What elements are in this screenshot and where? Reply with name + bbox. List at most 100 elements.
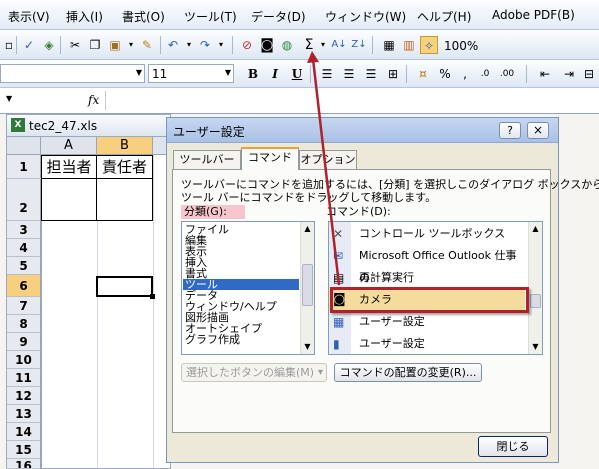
menu-data[interactable]: データ(D) [251, 8, 306, 25]
toolbar-separator [16, 36, 17, 54]
dialog-titlebar[interactable]: ユーザー設定 ? × [167, 118, 558, 143]
tab-options[interactable]: オプション [299, 150, 357, 170]
cut-icon[interactable]: ✂ [66, 36, 84, 54]
spellcheck-icon[interactable]: ✓ [20, 36, 38, 54]
tab-toolbars[interactable]: ツールバー [173, 150, 241, 170]
row-header[interactable]: 11 [7, 369, 41, 387]
menu-help[interactable]: ヘルプ(H) [417, 8, 471, 25]
toolbar-separator [526, 65, 527, 83]
comma-style-icon[interactable]: , [456, 65, 474, 83]
zoom-value[interactable]: 100% [444, 39, 478, 53]
command-item[interactable]: ✕ コントロール ツールボックス [329, 223, 525, 245]
increase-indent-icon[interactable]: ⇥ [560, 65, 578, 83]
borders-icon[interactable]: ⊟ [580, 65, 598, 83]
fill-handle[interactable] [150, 294, 155, 299]
select-all-corner[interactable] [7, 137, 41, 155]
menu-adobe-pdf[interactable]: Adobe PDF(B) [492, 8, 575, 22]
row-header[interactable]: 12 [7, 387, 41, 405]
scroll-thumb[interactable] [530, 294, 541, 308]
active-cell-b6[interactable] [96, 276, 153, 297]
percent-icon[interactable]: % [436, 65, 454, 83]
format-painter-icon[interactable]: ✎ [138, 36, 156, 54]
command-label: ユーザー設定 [359, 337, 425, 350]
command-scrollbar[interactable]: ▲ ▼ [528, 222, 542, 354]
close-icon[interactable]: × [527, 122, 549, 139]
align-right-icon[interactable]: ☰ [362, 65, 380, 83]
modify-selection-button: 選択したボタンの編集(M) ▾ [181, 363, 327, 382]
row-header[interactable]: 8 [7, 315, 41, 333]
row-header[interactable]: 2 [7, 179, 41, 221]
customize-icon: ▦ [333, 315, 345, 329]
bold-icon[interactable]: B [244, 65, 262, 83]
copy-icon[interactable]: ❐ [86, 36, 104, 54]
outlook-task-icon: ✉ [333, 249, 344, 263]
row-header[interactable]: 14 [7, 423, 41, 441]
list-item[interactable]: グラフ作成 [185, 334, 240, 345]
name-box[interactable]: ▼ [0, 91, 75, 110]
row-header[interactable]: 10 [7, 351, 41, 369]
merge-center-icon[interactable]: ⊞ [384, 65, 402, 83]
close-button[interactable]: 閉じる [478, 436, 548, 457]
sort-descending-icon[interactable]: Z↓ [350, 36, 368, 54]
command-item[interactable]: ▤ 再計算実行 [329, 267, 525, 289]
research-icon[interactable]: ◈ [40, 36, 58, 54]
category-list[interactable]: ファイル 編集 表示 挿入 書式 ツール データ ウィンドウ/ヘルプ 図形描画 … [181, 221, 315, 355]
scroll-down-icon[interactable]: ▼ [301, 340, 314, 354]
tab-commands[interactable]: コマンド [241, 147, 299, 170]
camera-icon[interactable]: ◙ [258, 36, 276, 54]
row-header[interactable]: 5 [7, 257, 41, 275]
column-header-b[interactable]: B [97, 137, 153, 155]
commands-label: コマンド(D): [326, 205, 391, 218]
rearrange-commands-button[interactable]: コマンドの配置の変更(R)... [334, 363, 482, 382]
command-item[interactable]: ▮ ユーザー設定 [329, 333, 525, 354]
row-header[interactable]: 4 [7, 239, 41, 257]
row-header[interactable]: 3 [7, 221, 41, 239]
command-item[interactable]: ▦ ユーザー設定 [329, 311, 525, 333]
row-header[interactable]: 6 [7, 275, 41, 297]
italic-icon[interactable]: I [266, 65, 284, 83]
row-header[interactable]: 13 [7, 405, 41, 423]
decrease-decimal-icon[interactable]: .00 [498, 65, 516, 83]
help-button[interactable]: ? [499, 122, 521, 139]
row-header[interactable]: 1 [7, 155, 41, 179]
sort-ascending-icon[interactable]: A↓ [330, 36, 348, 54]
cell-a1[interactable]: 担当者 [41, 155, 97, 221]
hyperlink-icon[interactable]: ◍ [278, 36, 296, 54]
fx-icon[interactable]: fx [88, 93, 99, 107]
decrease-indent-icon[interactable]: ⇤ [536, 65, 554, 83]
menu-view[interactable]: 表示(V) [8, 8, 50, 25]
font-name-select[interactable]: ▼ [0, 64, 145, 83]
drawing-icon[interactable]: ✧ [420, 36, 438, 54]
no-entry-icon[interactable]: ⊘ [238, 36, 256, 54]
command-label: ユーザー設定 [359, 315, 425, 328]
font-size-select[interactable]: 11 ▼ [148, 64, 234, 83]
row-header[interactable]: 9 [7, 333, 41, 351]
menu-tools[interactable]: ツール(T) [184, 8, 237, 25]
row-header[interactable]: 16 [7, 459, 41, 469]
menu-window[interactable]: ウィンドウ(W) [325, 8, 406, 25]
row-header[interactable]: 15 [7, 441, 41, 459]
command-item[interactable]: ✉ Microsoft Office Outlook 仕事の [329, 245, 525, 284]
scroll-up-icon[interactable]: ▲ [301, 222, 314, 236]
formula-input[interactable] [105, 91, 599, 110]
menu-format[interactable]: 書式(O) [122, 8, 165, 25]
redo-dropdown-icon[interactable]: ▾ [212, 36, 230, 54]
menu-insert[interactable]: 挿入(I) [66, 8, 103, 25]
scroll-thumb[interactable] [302, 264, 313, 306]
category-scrollbar[interactable]: ▲ ▼ [300, 222, 314, 354]
align-center-icon[interactable]: ☰ [340, 65, 358, 83]
toolbar-separator [232, 36, 233, 54]
increase-decimal-icon[interactable]: .0 [476, 65, 494, 83]
excel-file-icon: X [11, 118, 25, 132]
row-header[interactable]: 7 [7, 297, 41, 315]
scroll-down-icon[interactable]: ▼ [529, 340, 542, 354]
align-left-icon[interactable]: ☰ [318, 65, 336, 83]
cell-b1[interactable]: 責任者 [96, 155, 153, 221]
instruction-line-1: ツールバーにコマンドを追加するには、[分類] を選択しこのダイアログ ボックスか… [181, 178, 599, 191]
chart-wizard-icon[interactable]: ▥ [400, 36, 418, 54]
currency-icon[interactable]: ¤ [414, 65, 432, 83]
calculator-icon[interactable]: ▦ [380, 36, 398, 54]
scroll-up-icon[interactable]: ▲ [529, 222, 542, 236]
column-header-a[interactable]: A [41, 137, 97, 155]
underline-icon[interactable]: U [288, 65, 306, 83]
